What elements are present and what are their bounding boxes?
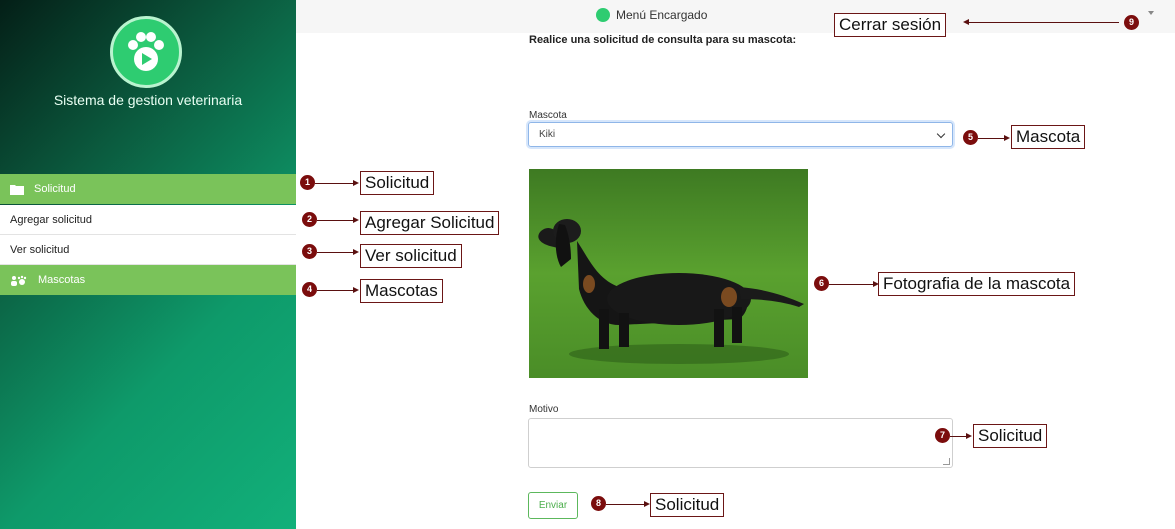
- folder-icon: [10, 184, 24, 195]
- annotation-badge-2: 2: [302, 212, 317, 227]
- arrow-left-icon: [963, 19, 969, 25]
- sidebar-item-label: Ver solicitud: [10, 243, 70, 256]
- sidebar-item-agregar-solicitud[interactable]: Agregar solicitud: [0, 205, 296, 235]
- arrow-right-icon: [353, 180, 359, 186]
- arrow-right-icon: [353, 217, 359, 223]
- annotation-label-6: Fotografia de la mascota: [878, 272, 1076, 296]
- reason-label: Motivo: [529, 404, 559, 415]
- pet-select[interactable]: Kiki: [528, 122, 953, 147]
- annotation-badge-8: 8: [591, 496, 606, 511]
- arrow-right-icon: [353, 287, 359, 293]
- send-button[interactable]: Enviar: [528, 492, 578, 519]
- annotation-badge-4: 4: [302, 282, 317, 297]
- pet-select-value: Kiki: [539, 129, 556, 140]
- annotation-badge-9: 9: [1124, 15, 1139, 30]
- arrow-right-icon: [353, 249, 359, 255]
- chevron-down-icon: [936, 129, 946, 139]
- sidebar-item-label: Mascotas: [38, 274, 86, 286]
- annotation-connector: [978, 138, 1004, 139]
- reason-textarea[interactable]: [528, 418, 953, 468]
- sidebar-item-label: Solicitud: [34, 183, 76, 195]
- annotation-badge-1: 1: [300, 175, 315, 190]
- resize-grip-icon[interactable]: [943, 458, 950, 465]
- annotation-badge-7: 7: [935, 428, 950, 443]
- app-title: Sistema de gestion veterinaria: [53, 92, 243, 108]
- annotation-badge-3: 3: [302, 244, 317, 259]
- sidebar: Sistema de gestion veterinaria Solicitud…: [0, 0, 296, 529]
- annotation-connector: [317, 220, 353, 221]
- pet-photo: [529, 169, 808, 378]
- arrow-right-icon: [1004, 135, 1010, 141]
- annotation-label-4: Mascotas: [360, 279, 443, 303]
- sidebar-item-label: Agregar solicitud: [10, 213, 92, 226]
- paw-people-icon: [10, 275, 28, 286]
- sidebar-item-mascotas[interactable]: Mascotas: [0, 265, 296, 295]
- top-bar: [296, 0, 1175, 33]
- annotation-connector: [317, 252, 353, 253]
- annotation-badge-5: 5: [963, 130, 978, 145]
- pet-label: Mascota: [529, 110, 567, 121]
- form-heading: Realice una solicitud de consulta para s…: [529, 34, 797, 46]
- annotation-connector: [950, 436, 966, 437]
- annotation-label-2: Agregar Solicitud: [360, 211, 500, 235]
- annotation-label-1: Solicitud: [360, 171, 435, 195]
- annotation-label-3: Ver solicitud: [360, 244, 462, 268]
- annotation-connector: [317, 290, 353, 291]
- sidebar-item-ver-solicitud[interactable]: Ver solicitud: [0, 235, 296, 265]
- annotation-connector: [606, 504, 644, 505]
- sidebar-item-solicitud[interactable]: Solicitud: [0, 174, 296, 204]
- arrow-right-icon: [966, 433, 972, 439]
- topbar-title-text: Menú Encargado: [616, 8, 708, 22]
- annotation-label-9: Cerrar sesión: [834, 13, 947, 37]
- topbar-title[interactable]: Menú Encargado: [596, 8, 707, 22]
- user-menu-caret-icon[interactable]: [1148, 11, 1154, 15]
- paw-logo-icon: [596, 8, 610, 22]
- annotation-connector: [969, 22, 1119, 23]
- annotation-label-8: Solicitud: [650, 493, 725, 517]
- annotation-badge-6: 6: [814, 276, 829, 291]
- annotation-label-7: Solicitud: [973, 424, 1048, 448]
- app-logo: [110, 16, 182, 88]
- annotation-connector: [829, 284, 873, 285]
- annotation-connector: [315, 183, 353, 184]
- annotation-label-5: Mascota: [1011, 125, 1086, 149]
